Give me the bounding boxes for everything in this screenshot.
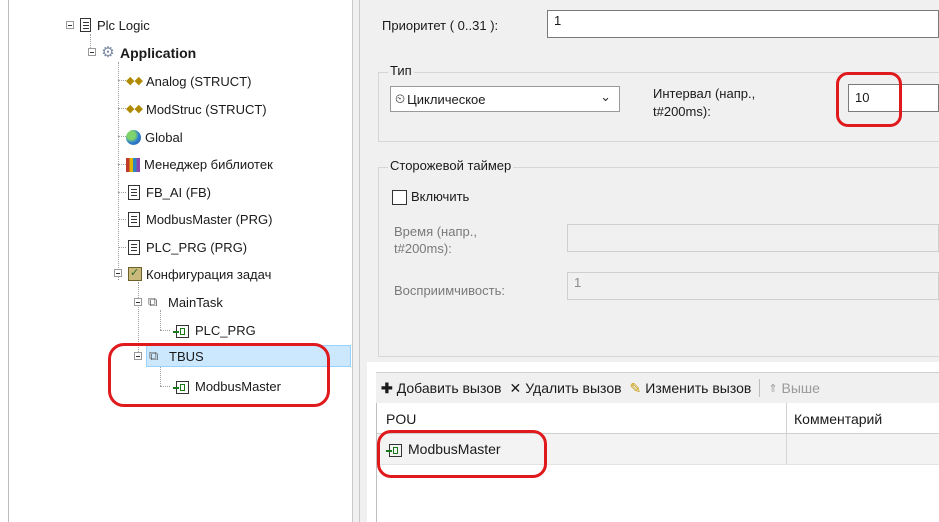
tree-left-border — [8, 0, 9, 522]
tree-line — [118, 192, 126, 193]
arrow-up-icon: ⇑ — [768, 382, 778, 395]
document-icon — [128, 211, 140, 227]
tree-line — [118, 136, 126, 137]
tree-item-label: FB_AI (FB) — [146, 184, 212, 200]
tree-item-label: PLC_PRG (PRG) — [146, 239, 248, 255]
tree-line — [118, 108, 126, 109]
device-tree-panel: Plc Logic ⚙ Application ◆◆ Analog (STRUC… — [0, 0, 352, 522]
gear-icon: ⚙ — [101, 44, 115, 61]
tree-line — [160, 330, 170, 331]
library-icon — [126, 157, 140, 172]
task-properties-panel: Приоритет ( 0..31 ): 1 Тип ⏲ Циклическое… — [366, 0, 939, 362]
tree-item-modbusmaster-prg[interactable]: ModbusMaster (PRG) — [126, 209, 272, 229]
enable-checkbox-label: Включить — [411, 189, 470, 204]
tree-line — [160, 310, 161, 330]
tree-item-modstruc[interactable]: ◆◆ ModStruc (STRUCT) — [126, 99, 267, 119]
tree-item-library-manager[interactable]: Менеджер библиотек — [126, 154, 273, 174]
edit-icon: ✎ — [629, 379, 642, 396]
sensitivity-label: Восприимчивость: — [394, 283, 505, 298]
watchdog-group-title: Сторожевой таймер — [388, 158, 514, 173]
tree-item-global[interactable]: Global — [126, 127, 183, 147]
tree-item-plc-logic[interactable]: Plc Logic — [78, 15, 150, 35]
plus-icon: ✚ — [381, 379, 393, 396]
remove-call-label: Удалить вызов — [525, 380, 622, 396]
tree-item-label: ModStruc (STRUCT) — [146, 101, 267, 117]
program-call-icon — [173, 324, 189, 338]
tree-line — [118, 247, 126, 248]
document-icon — [128, 184, 140, 200]
column-header-pou[interactable]: POU — [386, 411, 416, 427]
struct-icon: ◆◆ — [126, 75, 143, 87]
tree-item-label: Analog (STRUCT) — [146, 73, 252, 89]
tree-item-label: Менеджер библиотек — [144, 156, 273, 172]
panel-splitter[interactable] — [352, 0, 367, 522]
globe-icon — [126, 129, 141, 145]
column-separator — [786, 434, 787, 464]
time-label-line1: Время (напр., — [394, 224, 477, 239]
edit-call-button[interactable]: ✎ Изменить вызов — [630, 380, 752, 397]
tree-item-label: Application — [120, 45, 197, 61]
tree-line — [118, 164, 126, 165]
calls-toolbar: ✚ Добавить вызов ✕ Удалить вызов ✎ Измен… — [376, 372, 939, 403]
tree-item-label: MainTask — [168, 294, 223, 310]
tree-item-analog[interactable]: ◆◆ Analog (STRUCT) — [126, 71, 251, 91]
tree-item-label: Global — [145, 129, 183, 145]
delete-icon: ✕ — [509, 379, 522, 396]
annotation-circle-modbusmaster — [377, 430, 547, 478]
add-call-label: Добавить вызов — [396, 380, 502, 396]
tree-line — [118, 219, 126, 220]
priority-input[interactable]: 1 — [547, 10, 939, 38]
document-icon — [128, 239, 140, 255]
time-label-line2: t#200ms): — [394, 241, 452, 256]
annotation-circle-tbus — [108, 343, 330, 407]
tree-item-maintask[interactable]: ⧉ MainTask — [148, 292, 223, 312]
priority-label: Приоритет ( 0..31 ): — [382, 18, 499, 33]
tree-line — [118, 80, 126, 81]
collapse-toggle[interactable] — [88, 48, 96, 56]
struct-icon: ◆◆ — [126, 103, 143, 115]
collapse-toggle[interactable] — [114, 269, 122, 277]
splitter-line — [359, 0, 360, 522]
tree-item-plc-prg[interactable]: PLC_PRG (PRG) — [126, 237, 247, 257]
time-input — [567, 224, 939, 252]
clock-icon: ⏲ — [395, 91, 406, 106]
tree-item-label: PLC_PRG — [195, 322, 256, 338]
interval-label-line2: t#200ms): — [653, 104, 711, 119]
annotation-circle-interval — [836, 72, 902, 127]
enable-checkbox[interactable]: Включить — [392, 189, 470, 206]
remove-call-button[interactable]: ✕ Удалить вызов — [509, 380, 621, 397]
tree-item-fb-ai[interactable]: FB_AI (FB) — [126, 182, 211, 202]
task-icon: ⧉ — [148, 294, 158, 309]
type-group-title: Тип — [388, 63, 414, 78]
sensitivity-input: 1 — [567, 272, 939, 300]
tree-item-plc-prg-call[interactable]: PLC_PRG — [173, 320, 256, 340]
type-select[interactable]: ⏲ Циклическое ⌄ — [390, 86, 620, 112]
plc-logic-icon — [80, 18, 91, 32]
tree-item-label: ModbusMaster (PRG) — [146, 211, 273, 227]
tree-item-label: Plc Logic — [97, 17, 150, 33]
move-up-button[interactable]: ⇑ Выше — [768, 380, 820, 396]
collapse-toggle[interactable] — [134, 298, 142, 306]
tree-item-task-config[interactable]: Конфигурация задач — [128, 264, 271, 284]
collapse-toggle[interactable] — [66, 21, 74, 29]
chevron-down-icon: ⌄ — [600, 89, 611, 104]
type-select-value: Циклическое — [407, 91, 486, 107]
move-up-label: Выше — [781, 380, 820, 396]
toolbar-separator — [759, 379, 761, 397]
edit-call-label: Изменить вызов — [645, 380, 752, 396]
column-header-comment[interactable]: Комментарий — [794, 411, 882, 427]
add-call-button[interactable]: ✚ Добавить вызов — [381, 380, 501, 397]
interval-label-line1: Интервал (напр., — [653, 86, 756, 101]
tree-item-label: Конфигурация задач — [146, 266, 272, 282]
column-separator[interactable] — [786, 403, 787, 433]
tree-item-application[interactable]: ⚙ Application — [100, 43, 196, 63]
task-config-icon — [128, 266, 142, 281]
enable-checkbox-box[interactable] — [392, 190, 407, 206]
